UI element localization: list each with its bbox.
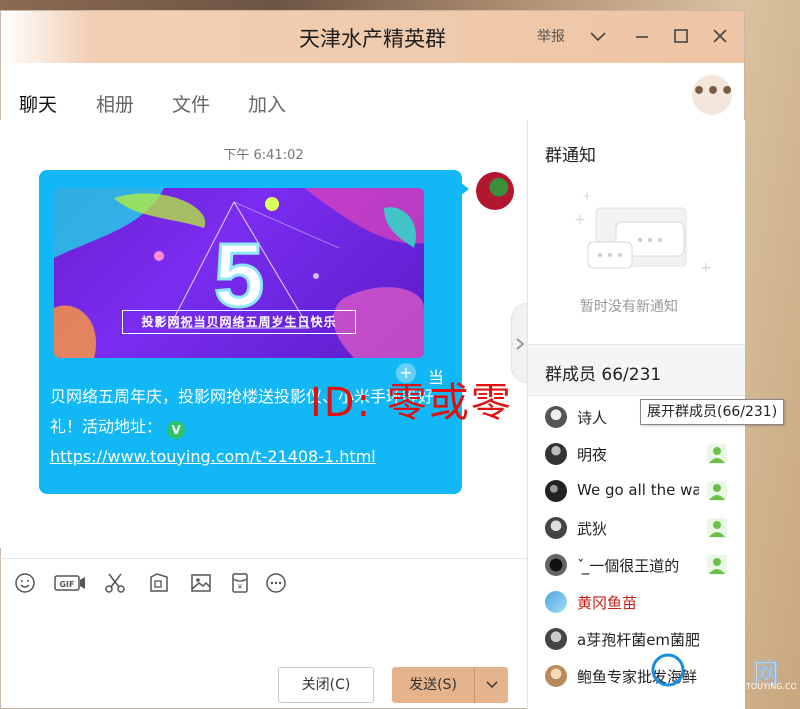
scissors-icon [105, 573, 125, 593]
member-name: ˇ ̲̲一個很王道的 [577, 557, 680, 575]
screenshot-icon [150, 573, 168, 592]
sender-avatar[interactable] [476, 172, 514, 210]
member-name: 黄冈鱼苗 [577, 594, 638, 612]
member-avatar[interactable] [545, 591, 567, 613]
admin-user-icon [706, 554, 728, 576]
screenshot-scissors-button[interactable] [103, 571, 127, 595]
empty-notice-illustration: + + + [574, 189, 712, 276]
chevron-down-icon [590, 32, 606, 42]
svg-text:¥: ¥ [238, 583, 243, 591]
member-row[interactable]: We go all the way [528, 474, 745, 511]
minimize-button[interactable] [631, 25, 653, 47]
collapse-panel-handle[interactable] [511, 303, 527, 383]
tab-chat[interactable]: 聊天 [19, 90, 57, 117]
members-title: 群成员 66/231 [545, 365, 662, 385]
chevron-down-icon [486, 681, 498, 689]
svg-text:+: + [582, 189, 592, 203]
svg-text:GIF: GIF [59, 580, 74, 589]
message-timestamp: 下午 6:41:02 [223, 148, 304, 163]
ellipsis-icon: ••• [692, 79, 735, 104]
red-packet-button[interactable]: ¥ [228, 571, 252, 595]
minimize-icon [636, 36, 648, 38]
member-avatar[interactable] [545, 480, 567, 502]
banner-caption: 投影网祝当贝网络五周岁生日快乐 [122, 310, 356, 334]
close-icon [713, 29, 727, 43]
gif-button[interactable]: GIF [54, 571, 86, 595]
dropdown-button[interactable] [587, 25, 609, 47]
shake-button[interactable] [147, 571, 171, 595]
more-options-button[interactable]: ••• [692, 75, 735, 115]
tab-files[interactable]: 文件 [172, 90, 210, 117]
member-name: 明夜 [577, 446, 608, 464]
member-row[interactable]: ˇ ̲̲一個很王道的 [528, 548, 745, 585]
members-header[interactable]: 群成员 66/231 [528, 344, 745, 396]
admin-user-icon [706, 443, 728, 465]
expand-members-tooltip: 展开群成员(66/231) [640, 399, 785, 425]
member-avatar[interactable] [545, 628, 567, 650]
verified-icon: V [167, 421, 186, 439]
image-icon [191, 574, 211, 592]
close-window-button[interactable] [709, 25, 731, 47]
input-toolbar: GIF ¥ [0, 558, 527, 598]
more-icon [266, 573, 286, 593]
gif-icon: GIF [54, 575, 85, 591]
member-avatar[interactable] [545, 554, 567, 576]
svg-text:+: + [700, 260, 712, 276]
emoji-icon [15, 573, 35, 593]
message-link[interactable]: https://www.touying.com/t-21408-1.html [50, 447, 376, 466]
maximize-icon [674, 29, 688, 43]
admin-user-icon [706, 517, 728, 539]
member-avatar[interactable] [545, 443, 567, 465]
site-logo: 网 TOUYING.COM [651, 653, 796, 691]
admin-user-icon [706, 480, 728, 502]
member-name: a芽孢杆菌em菌肥水 [577, 631, 699, 649]
report-button[interactable]: 举报 [537, 26, 565, 46]
close-button[interactable]: 关闭(C) [278, 667, 374, 703]
title-bar[interactable]: 天津水产精英群 举报 [1, 11, 744, 63]
member-row[interactable]: 明夜 [528, 437, 745, 474]
watermark-text: ID: 零或零 [310, 380, 513, 426]
send-button[interactable]: 发送(S) [392, 667, 474, 703]
member-avatar[interactable] [545, 517, 567, 539]
tab-album[interactable]: 相册 [96, 90, 134, 117]
chat-area[interactable]: 下午 6:41:02 5 投影网祝当贝网络五周岁生日快乐 + 当 贝网络五周年庆… [0, 120, 527, 548]
red-packet-icon: ¥ [232, 573, 248, 593]
member-avatar[interactable] [545, 665, 567, 687]
more-tools-button[interactable] [264, 571, 288, 595]
maximize-button[interactable] [670, 25, 692, 47]
emoji-button[interactable] [13, 571, 37, 595]
svg-text:TOUYING.COM: TOUYING.COM [745, 682, 796, 691]
send-options-button[interactable] [474, 667, 508, 703]
notice-title: 群通知 [545, 146, 596, 166]
chevron-right-icon [516, 338, 525, 350]
tab-join[interactable]: 加入 [248, 90, 286, 117]
member-avatar[interactable] [545, 406, 567, 428]
svg-text:+: + [574, 212, 586, 228]
image-button[interactable] [189, 571, 213, 595]
message-image[interactable]: 5 投影网祝当贝网络五周岁生日快乐 [54, 188, 424, 358]
no-notice-text: 暂时没有新通知 [580, 299, 678, 315]
member-name: We go all the way [577, 481, 699, 499]
bubble-tail [460, 182, 469, 196]
member-name: 武狄 [577, 520, 608, 538]
member-row[interactable]: 黄冈鱼苗 [528, 585, 745, 622]
member-row[interactable]: 武狄 [528, 511, 745, 548]
message-input[interactable] [0, 598, 527, 673]
